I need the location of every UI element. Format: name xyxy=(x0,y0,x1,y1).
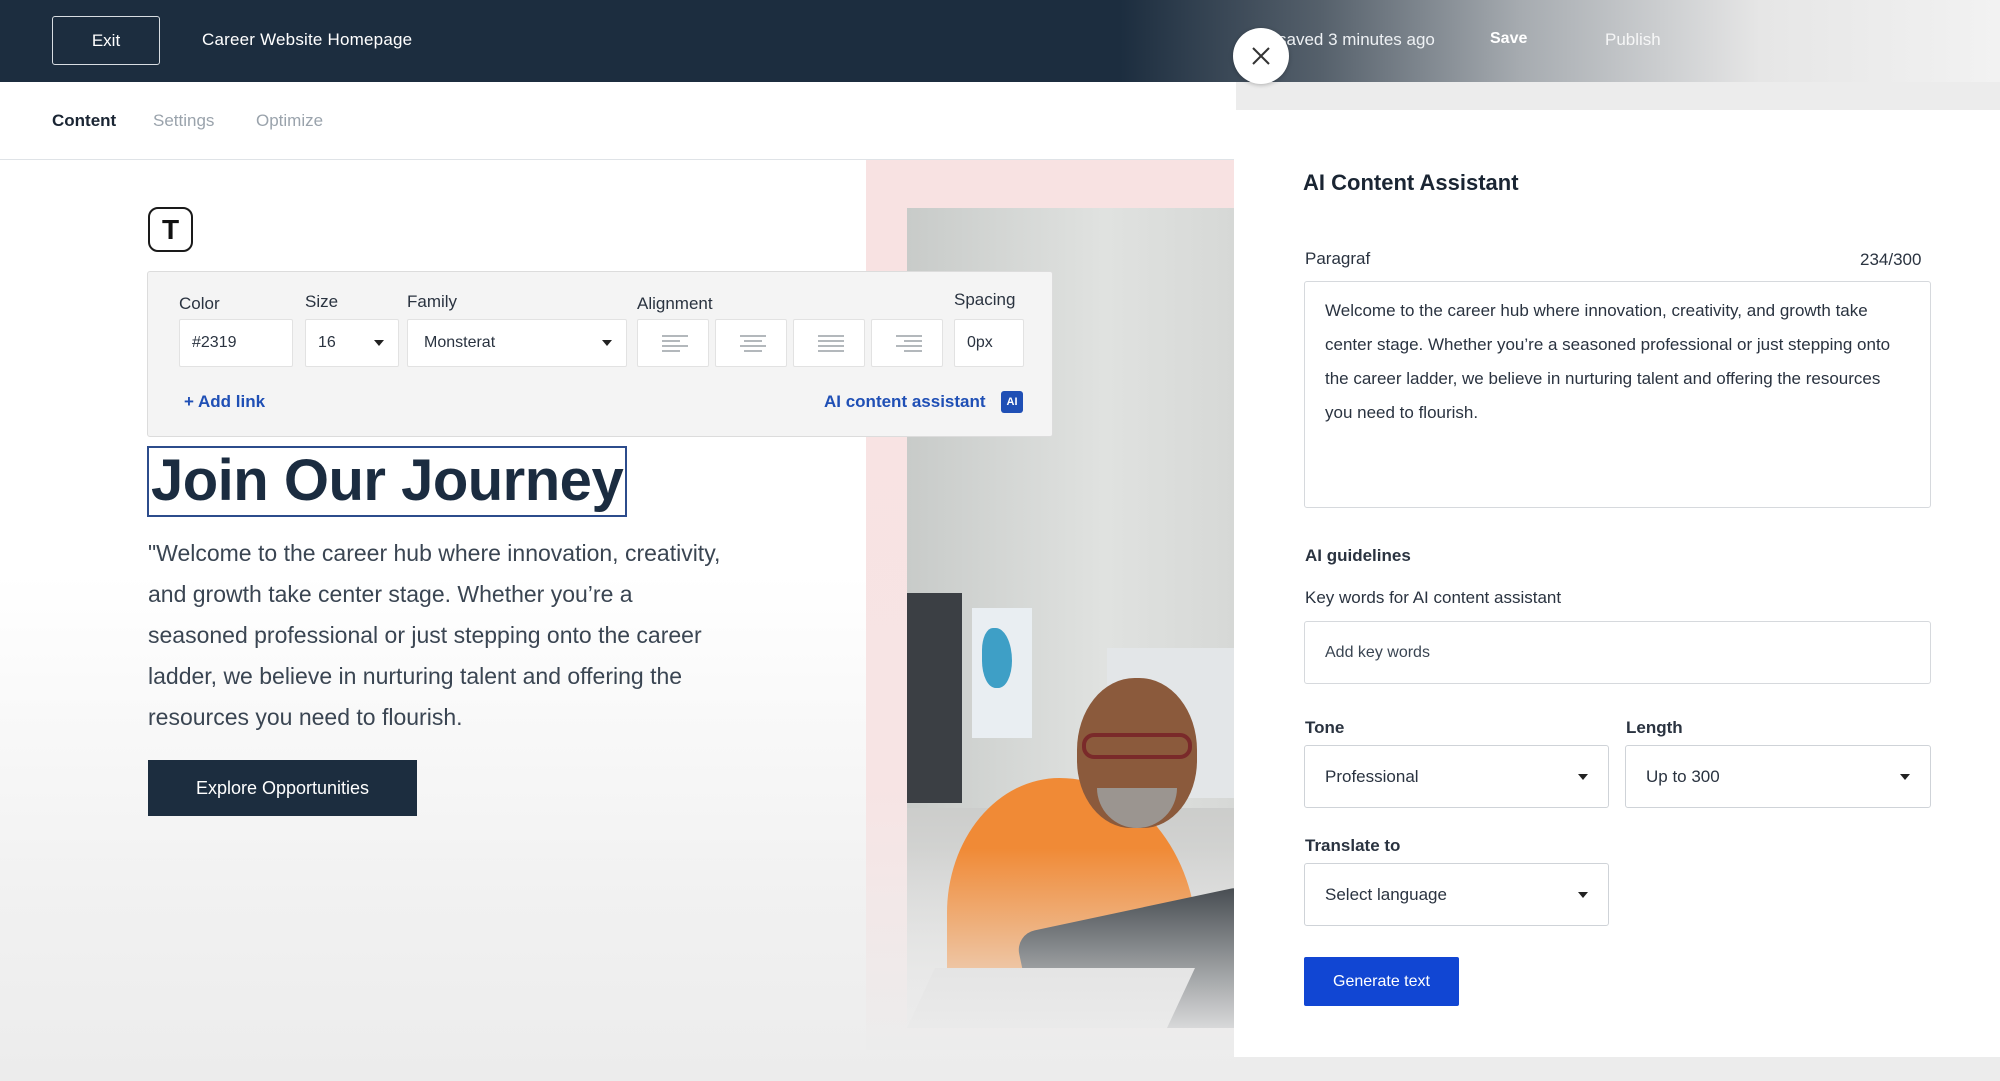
exit-button[interactable]: Exit xyxy=(52,16,160,65)
generate-text-button[interactable]: Generate text xyxy=(1304,957,1459,1006)
align-left-button[interactable] xyxy=(637,319,709,367)
translate-select[interactable]: Select language xyxy=(1304,863,1609,926)
spacing-label: Spacing xyxy=(954,290,1016,309)
tone-label: Tone xyxy=(1305,718,1345,737)
align-justify-icon xyxy=(818,335,844,352)
spacing-input[interactable]: 0px xyxy=(954,319,1024,367)
character-counter: 234/300 xyxy=(1860,250,1922,269)
size-value: 16 xyxy=(318,334,336,351)
chevron-down-icon xyxy=(602,340,612,346)
hero-paragraph[interactable]: "Welcome to the career hub where innovat… xyxy=(148,533,738,738)
hero-headline[interactable]: Join Our Journey xyxy=(147,446,627,517)
align-justify-button[interactable] xyxy=(793,319,865,367)
size-label: Size xyxy=(305,292,339,311)
publish-button[interactable]: Publish xyxy=(1605,30,1661,50)
close-panel-button[interactable] xyxy=(1233,28,1289,84)
size-select[interactable]: 16 xyxy=(305,319,399,367)
align-center-button[interactable] xyxy=(715,319,787,367)
paragraph-label: Paragraf xyxy=(1305,249,1371,268)
chevron-down-icon xyxy=(1578,774,1588,780)
align-right-icon xyxy=(896,335,922,352)
alignment-label: Alignment xyxy=(637,294,713,313)
length-label: Length xyxy=(1626,718,1683,737)
translate-value: Select language xyxy=(1325,884,1447,904)
tab-settings[interactable]: Settings xyxy=(153,111,214,131)
translate-label: Translate to xyxy=(1305,836,1401,855)
ai-content-assistant-link[interactable]: AI content assistant xyxy=(824,392,986,412)
color-label: Color xyxy=(179,294,220,313)
keywords-input[interactable]: Add key words xyxy=(1304,621,1931,684)
save-status: saved 3 minutes ago xyxy=(1278,30,1435,49)
explore-opportunities-button[interactable]: Explore Opportunities xyxy=(148,760,417,816)
save-button[interactable]: Save xyxy=(1490,30,1527,48)
tab-optimize[interactable]: Optimize xyxy=(256,111,323,131)
text-format-toolbar: Color #2319 Size 16 Family Monsterat Ali… xyxy=(147,271,1053,437)
top-bar: Exit Career Website Homepage saved 3 min… xyxy=(0,0,2000,82)
ai-guidelines-heading: AI guidelines xyxy=(1305,546,1411,565)
tone-value: Professional xyxy=(1325,766,1419,786)
family-value: Monsterat xyxy=(424,334,496,351)
add-link-button[interactable]: + Add link xyxy=(184,392,265,412)
length-select[interactable]: Up to 300 xyxy=(1625,745,1931,808)
tab-content[interactable]: Content xyxy=(52,111,116,131)
text-block-icon[interactable]: T xyxy=(148,207,193,252)
length-value: Up to 300 xyxy=(1646,766,1720,786)
align-left-icon xyxy=(662,335,688,352)
tone-select[interactable]: Professional xyxy=(1304,745,1609,808)
paragraph-textarea[interactable]: Welcome to the career hub where innovati… xyxy=(1304,281,1931,508)
close-icon xyxy=(1252,47,1270,65)
keywords-label: Key words for AI content assistant xyxy=(1305,588,1562,607)
page-name: Career Website Homepage xyxy=(202,30,413,49)
align-center-icon xyxy=(740,335,766,352)
panel-title: AI Content Assistant xyxy=(1303,170,1519,195)
ai-badge-icon[interactable]: AI xyxy=(1001,391,1023,413)
color-input[interactable]: #2319 xyxy=(179,319,293,367)
align-right-button[interactable] xyxy=(871,319,943,367)
chevron-down-icon xyxy=(1900,774,1910,780)
chevron-down-icon xyxy=(374,340,384,346)
family-select[interactable]: Monsterat xyxy=(407,319,627,367)
chevron-down-icon xyxy=(1578,892,1588,898)
editor-tabs: Content Settings Optimize xyxy=(0,82,1236,160)
family-label: Family xyxy=(407,292,458,311)
